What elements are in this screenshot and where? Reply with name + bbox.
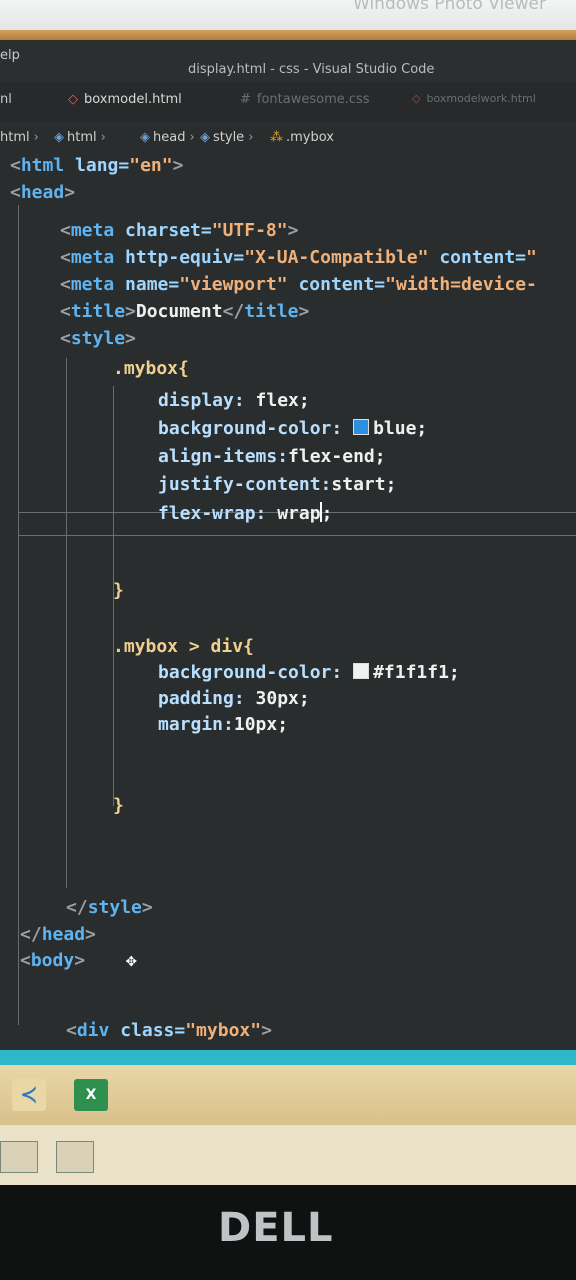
code-line: display: flex; [158, 390, 310, 411]
vscode-window: elp display.html - css - Visual Studio C… [0, 40, 576, 1065]
code-editor[interactable]: <html lang="en"> <head> <meta charset="U… [0, 40, 576, 1065]
code-line: <title>Document</title> [60, 301, 310, 322]
code-line: background-color: blue; [158, 418, 428, 439]
code-line: <meta http-equiv="X-UA-Compatible" conte… [60, 247, 537, 268]
code-line: <body> ✥ [20, 950, 137, 971]
code-line: </head> [20, 924, 96, 945]
code-line: <head> [10, 182, 76, 203]
code-line: align-items:flex-end; [158, 446, 386, 467]
code-line: } [113, 795, 124, 816]
code-line: background-color: #f1f1f1; [158, 662, 460, 683]
code-line: .mybox{ [113, 358, 189, 379]
taskbar-button[interactable] [0, 1141, 38, 1173]
photo-viewer-title: Windows Photo Viewer [353, 0, 546, 14]
monitor-bezel: DELL [0, 1185, 576, 1280]
taskbar-button[interactable] [56, 1141, 94, 1173]
excel-icon[interactable]: X [74, 1079, 108, 1111]
status-strip [0, 1050, 576, 1065]
code-line: </style> [66, 897, 153, 918]
code-line: justify-content:start; [158, 474, 397, 495]
code-line: <meta name="viewport" content="width=dev… [60, 274, 537, 295]
code-line: <div class="mybox"> [66, 1020, 272, 1041]
taskbar: ≺ X [0, 1065, 576, 1125]
code-line: margin:10px; [158, 714, 289, 735]
vscode-icon[interactable]: ≺ [12, 1079, 46, 1111]
color-swatch[interactable] [353, 663, 370, 679]
move-cursor-icon: ✥ [125, 950, 137, 971]
code-line: padding: 30px; [158, 688, 310, 709]
monitor-edge [0, 30, 576, 40]
guide-line [18, 535, 576, 536]
code-line: <html lang="en"> [10, 155, 184, 176]
lower-taskbar [0, 1125, 576, 1185]
code-line: <meta charset="UTF-8"> [60, 220, 299, 241]
code-line: } [113, 580, 124, 601]
indent-guide [18, 205, 19, 1025]
photo-viewer-bar: Windows Photo Viewer [0, 0, 576, 30]
monitor-logo: DELL [218, 1205, 334, 1251]
code-line: .mybox > div{ [113, 636, 254, 657]
code-line: flex-wrap: wrap; [158, 502, 333, 524]
color-swatch[interactable] [353, 419, 370, 435]
indent-guide [66, 358, 67, 888]
code-line: <style> [60, 328, 136, 349]
